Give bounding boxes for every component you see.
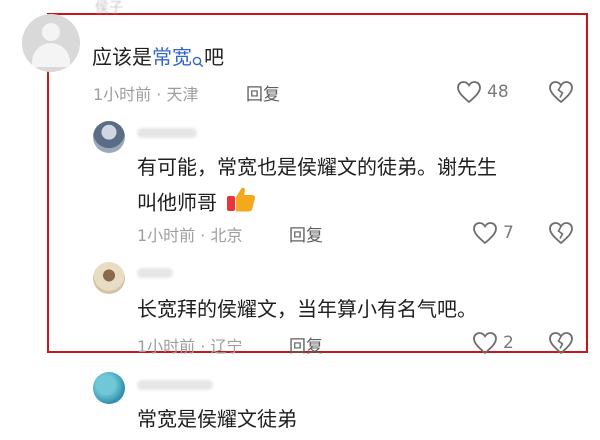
comment-text: 应该是常宽 吧 — [92, 40, 224, 78]
heart-icon — [456, 80, 482, 104]
reply-meta: 1小时前 · 北京 — [137, 222, 242, 246]
location: 辽宁 — [210, 337, 243, 356]
timestamp: 1小时前 — [137, 226, 196, 245]
dislike-button[interactable] — [548, 221, 574, 245]
username[interactable]: 侯子 — [95, 0, 123, 17]
location: 天津 — [166, 85, 199, 104]
heart-icon — [472, 221, 498, 245]
broken-heart-icon — [548, 221, 574, 245]
avatar[interactable] — [93, 262, 125, 294]
reply-text: 叫他师哥 — [137, 184, 257, 224]
broken-heart-icon — [548, 331, 574, 355]
comment-meta: 1小时前 · 天津 — [93, 81, 198, 105]
meta-separator: · — [200, 226, 211, 245]
dislike-button[interactable] — [548, 331, 574, 355]
timestamp: 1小时前 — [137, 337, 196, 356]
thumbs-up-icon — [225, 184, 257, 224]
comment-text-after: 吧 — [204, 45, 224, 69]
like-button[interactable]: 48 — [456, 80, 509, 104]
username[interactable] — [137, 268, 173, 278]
location: 北京 — [210, 226, 243, 245]
like-button[interactable]: 2 — [472, 331, 514, 355]
like-count: 2 — [503, 333, 514, 353]
reply-text: 长宽拜的侯耀文，当年算小有名气吧。 — [137, 297, 477, 321]
avatar[interactable] — [93, 121, 125, 153]
meta-separator: · — [200, 337, 211, 356]
search-link[interactable]: 常宽 — [152, 45, 192, 69]
reply-text: 常宽是侯耀文徒弟 — [137, 407, 297, 431]
broken-heart-icon — [548, 80, 574, 104]
avatar[interactable] — [93, 372, 125, 404]
username[interactable] — [137, 380, 213, 390]
reply-meta: 1小时前 · 辽宁 — [137, 333, 242, 357]
meta-separator: · — [156, 85, 167, 104]
like-button[interactable]: 7 — [472, 221, 514, 245]
username[interactable] — [137, 128, 197, 138]
reply-button[interactable]: 回复 — [289, 221, 323, 246]
like-count: 7 — [503, 223, 514, 243]
reply-button[interactable]: 回复 — [289, 332, 323, 357]
avatar[interactable] — [22, 14, 80, 72]
dislike-button[interactable] — [548, 80, 574, 104]
reply-button[interactable]: 回复 — [246, 80, 280, 105]
comment-text-before: 应该是 — [92, 45, 152, 69]
reply-text-line2: 叫他师哥 — [137, 190, 217, 215]
like-count: 48 — [487, 82, 509, 102]
reply-text: 有可能，常宽也是侯耀文的徒弟。谢先生 — [137, 155, 497, 179]
heart-icon — [472, 331, 498, 355]
search-icon[interactable] — [192, 44, 204, 78]
timestamp: 1小时前 — [93, 85, 152, 104]
